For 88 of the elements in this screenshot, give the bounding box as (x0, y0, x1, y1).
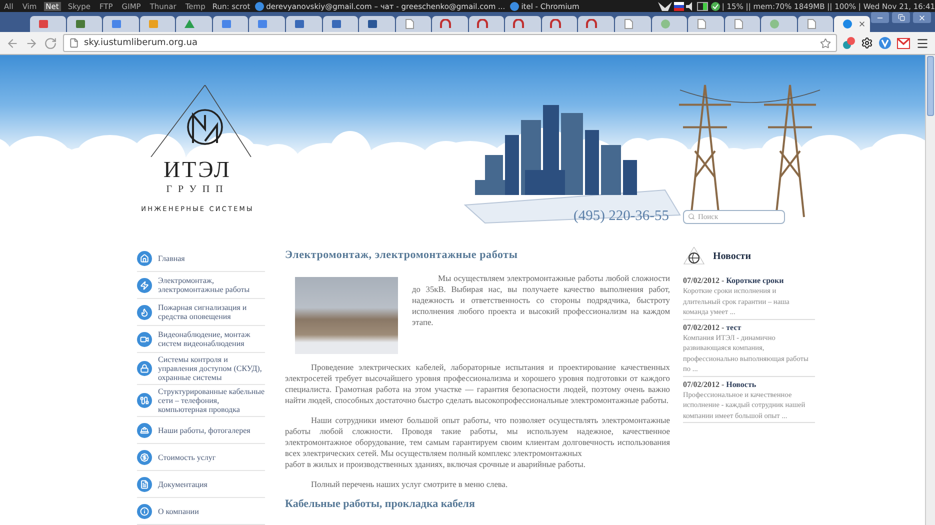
back-button[interactable] (6, 36, 19, 50)
reload-button[interactable] (44, 36, 57, 50)
home-icon (137, 250, 152, 266)
browser-tab[interactable] (688, 16, 724, 32)
menu-item[interactable]: Наши работы, фотогалерея (137, 417, 265, 444)
info-icon (137, 504, 152, 518)
arch-icon (586, 19, 598, 29)
camera-icon (137, 332, 152, 346)
phone-number: (495) 220-36-55 (574, 208, 669, 225)
browser-tab[interactable] (322, 16, 358, 32)
menu-icon[interactable] (916, 36, 929, 50)
arch-icon (550, 19, 561, 29)
app-icon (510, 2, 520, 10)
star-icon[interactable] (820, 38, 831, 48)
page-icon (404, 19, 415, 29)
page-icon (806, 19, 817, 29)
extension-icon[interactable] (843, 37, 855, 49)
browser-tab[interactable] (615, 16, 651, 32)
v-logo-icon[interactable] (879, 37, 891, 49)
news-link[interactable]: тест (726, 322, 742, 332)
news-date: 07/02/2012 - (683, 276, 726, 285)
menu-item[interactable]: Видеонаблюдение, монтаж систем видеонаблюдения (137, 326, 265, 353)
news-date: 07/02/2012 - (683, 380, 726, 388)
browser-tab[interactable] (542, 16, 578, 32)
address-field[interactable]: sky.iustumliberum.org.ua (63, 34, 837, 52)
hard-hat-icon (137, 422, 152, 438)
flame-icon (137, 304, 152, 320)
close-icon[interactable] (858, 20, 866, 28)
menu-item[interactable]: Документация (137, 471, 265, 498)
settings-icon[interactable] (861, 37, 873, 49)
scrollbar[interactable] (925, 55, 935, 525)
restore-icon (898, 14, 904, 21)
browser-tab[interactable] (505, 16, 541, 32)
menu-item[interactable]: Главная (137, 245, 265, 272)
article-paragraph: Проведение электрических кабелей, лабораторные испытания и проектирование качественных электросетей требует высочайшего уровня профессионализма и хорошего уровня подготовки от каждого специалиста. Грамотная работа на этом участке — гарантия безопасности людей, поэтому очень важно найти людей, способных достаточно быстро сделать высокопрофессиональные электромонтажные работы. (285, 362, 670, 406)
browser-tab[interactable] (140, 16, 176, 32)
browser-tab[interactable] (396, 16, 432, 32)
page-icon (69, 38, 79, 48)
page-icon (623, 19, 634, 29)
lock-icon (137, 361, 152, 376)
logo-subtitle: ГРУПП (166, 184, 229, 195)
article-title: Электромонтаж, электромонтажные работы (285, 250, 519, 261)
browser-tab[interactable] (286, 16, 322, 32)
browser-tab[interactable] (212, 16, 248, 32)
close-icon (918, 14, 926, 22)
menu-item[interactable]: Системы контроля и управления доступом (СКУД), охранные системы (137, 353, 265, 385)
article-paragraph: Полный перечень наших услуг смотрите в меню слева. (310, 479, 509, 490)
browser-tab[interactable] (578, 16, 614, 32)
news-link[interactable]: Короткие сроки (726, 276, 784, 285)
triangle-icon (184, 19, 196, 29)
arch-icon (440, 19, 452, 29)
app-icon (255, 2, 264, 10)
menu-item[interactable]: Структурированные кабельные сети – телефония, компьютерная проводка (137, 385, 265, 417)
logo-title: ИТЭЛ (164, 159, 232, 181)
globe-icon (683, 247, 705, 265)
menu-item[interactable]: Электромонтаж, электромонтажные работы (137, 272, 265, 299)
news-date: 07/02/2012 - (683, 322, 726, 332)
browser-tab[interactable] (30, 16, 66, 32)
browser-tab[interactable] (834, 16, 870, 32)
section-title: Кабельные работы, прокладка кабеля (285, 499, 476, 510)
browser-tab[interactable] (468, 16, 504, 32)
arch-icon (513, 19, 524, 29)
page-icon (732, 19, 744, 29)
forward-button[interactable] (25, 36, 38, 50)
restore-button[interactable] (892, 12, 910, 23)
scrollbar-thumb[interactable] (927, 56, 934, 116)
browser-tab[interactable] (359, 16, 395, 32)
search-icon (688, 213, 695, 220)
cable-icon (137, 393, 152, 408)
browser-tab[interactable] (798, 16, 834, 32)
minimize-button[interactable] (871, 12, 889, 23)
dollar-icon (137, 450, 152, 464)
menu-item[interactable]: Стоимость услуг (137, 444, 265, 471)
article-paragraph: Наши сотрудники имеют большой опыт работы, что позволяет осуществлять электромонтажные работы любой сложности. Проводя такие работы, мы используем надежное, качественное электромонтажное оборудование, тем самым гарантируем своим клиентам долговечность использования всех электрических сетей. Мы осуществляем полный комплекс электромонтажных работ в жилых и производственных зданиях, включая срочные и аварийные работы. (285, 415, 670, 470)
article-paragraph: Мы осуществляем электромонтажные работы любой сложности до 35кВ. Выбирая нас, вы получаете качество выполнения работ, надежность и ответственность со стороны подрядчика, быстроту исполнения любого проекта и высокий профессионализм на каждом этапе. (412, 273, 670, 328)
page-icon (696, 19, 708, 29)
browser-tab[interactable] (66, 16, 102, 32)
menu-item[interactable]: Пожарная сигнализация и средства оповещения (137, 299, 265, 326)
browser-tab[interactable] (652, 16, 688, 32)
browser-tab[interactable] (432, 16, 468, 32)
menu-item[interactable]: О компании (137, 498, 265, 525)
arch-icon (476, 19, 488, 29)
browser-tab[interactable] (724, 16, 760, 32)
check-icon (710, 2, 720, 10)
news-heading: Новости (713, 250, 751, 262)
news-link[interactable]: Новость (726, 380, 756, 388)
flag-icon (674, 2, 684, 10)
close-button[interactable] (913, 12, 931, 23)
